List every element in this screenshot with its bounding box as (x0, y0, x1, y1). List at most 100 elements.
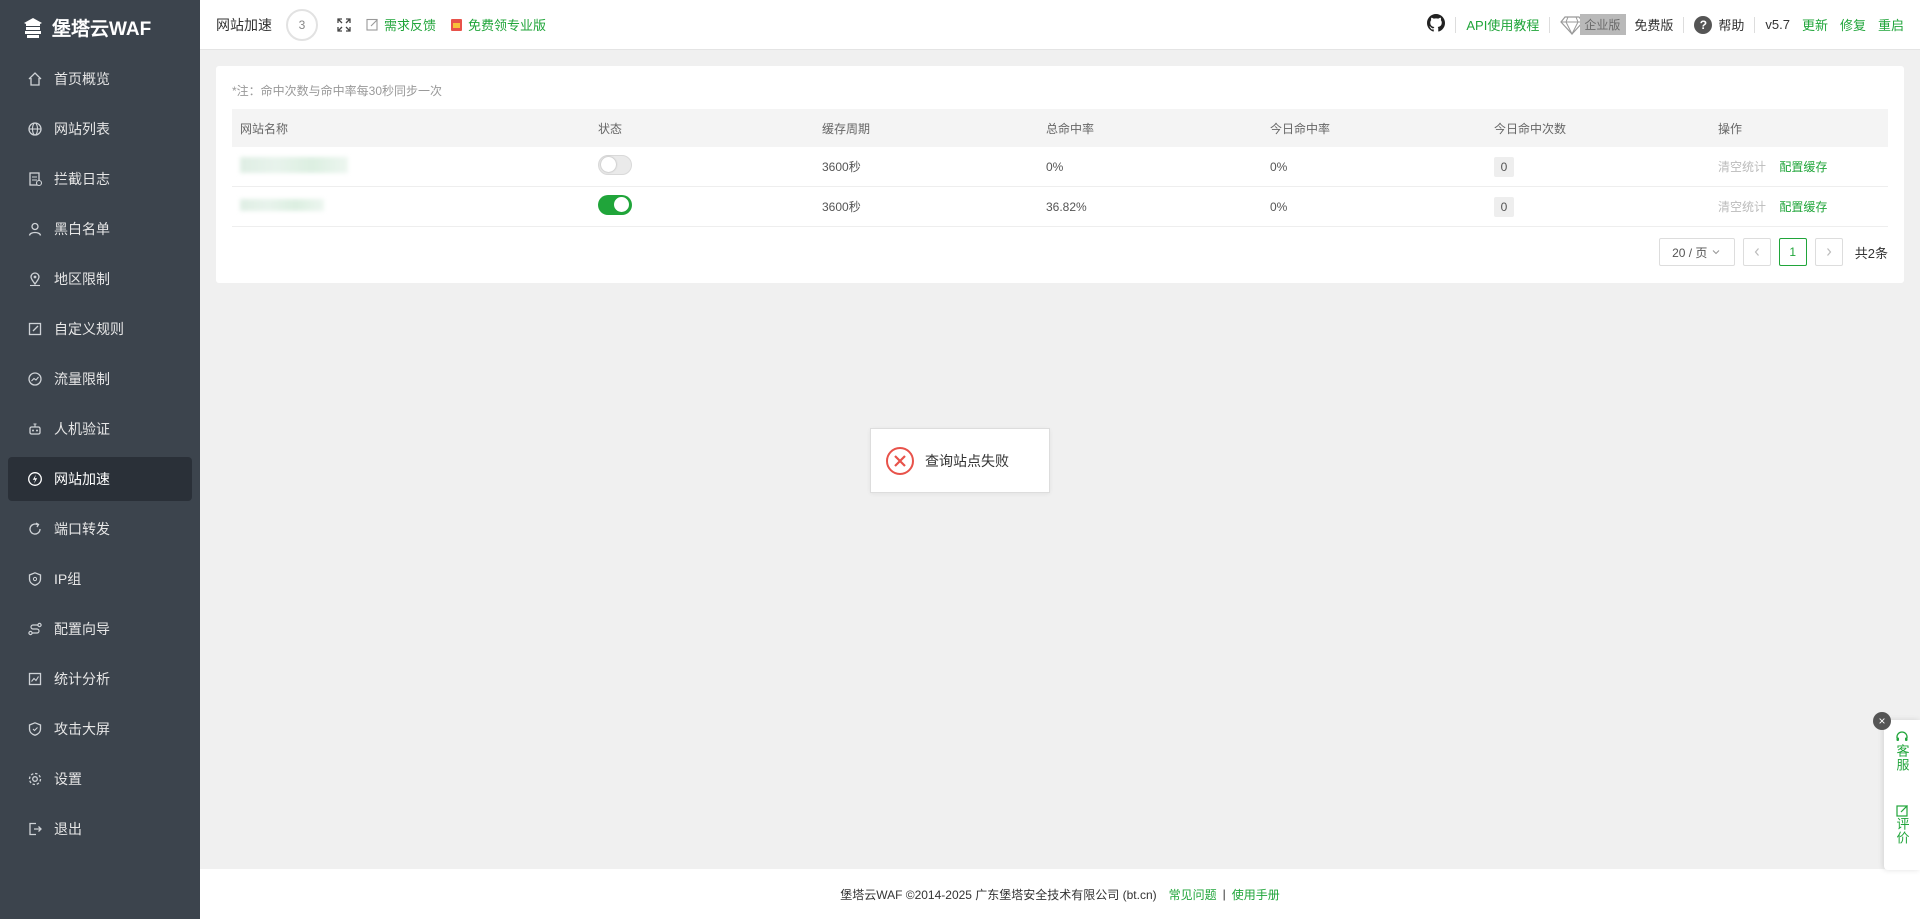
app-logo[interactable]: 堡塔云WAF (0, 0, 200, 55)
version-label: v5.7 (1765, 17, 1790, 32)
chevron-right-icon (1826, 248, 1832, 256)
restart-link[interactable]: 重启 (1878, 15, 1904, 34)
sidebar-item-label: 统计分析 (54, 671, 110, 687)
pagination: 20 / 页 1 共2条 (1658, 238, 1888, 266)
col-total-hit-rate: 总命中率 (1046, 121, 1095, 136)
sidebar-item-region-limit[interactable]: 地区限制 (8, 257, 192, 301)
headset-icon (1896, 731, 1908, 741)
today-hit-rate: 0% (1270, 199, 1288, 214)
update-link[interactable]: 更新 (1802, 15, 1828, 34)
sidebar-item-port-forward[interactable]: 端口转发 (8, 507, 192, 551)
count-badge[interactable]: 3 (286, 8, 318, 41)
total-hit-rate: 36.82% (1046, 199, 1087, 214)
prev-page-button[interactable] (1742, 238, 1771, 266)
sidebar-item-blackwhite-list[interactable]: 黑白名单 (8, 207, 192, 251)
top-header: 网站加速 3 需求反馈 免费领专业版 API使用教程 企业版 免费版 ? 帮助 … (200, 0, 1920, 50)
app-name: 堡塔云WAF (52, 19, 152, 40)
sidebar-item-label: 网站列表 (54, 121, 110, 137)
faq-link[interactable]: 常见问题 (1169, 886, 1217, 903)
sidebar-item-traffic-limit[interactable]: 流量限制 (8, 357, 192, 401)
gift-icon (451, 18, 463, 31)
col-status: 状态 (598, 121, 623, 136)
floating-service-panel: 客服 评价 (1884, 720, 1920, 870)
sidebar-item-statistics[interactable]: 统计分析 (8, 657, 192, 701)
bolt-icon (26, 470, 44, 488)
sidebar-item-custom-rules[interactable]: 自定义规则 (8, 307, 192, 351)
sidebar-item-block-log[interactable]: 拦截日志 (8, 157, 192, 201)
error-toast: 查询站点失败 (870, 428, 1050, 493)
globe-icon (26, 120, 44, 138)
float-close-icon[interactable]: × (1873, 712, 1891, 730)
copyright-text: 堡塔云WAF ©2014-2025 广东堡塔安全技术有限公司 (bt.cn) (840, 887, 1157, 902)
sidebar-item-label: 人机验证 (54, 421, 110, 437)
page-size-value: 20 / 页 (1672, 245, 1708, 260)
footer-divider: | (1222, 887, 1226, 901)
sidebar-item-settings[interactable]: 设置 (8, 757, 192, 801)
sidebar-item-logout[interactable]: 退出 (8, 807, 192, 851)
divider (1549, 16, 1551, 33)
sidebar-item-attack-screen[interactable]: 攻击大屏 (8, 707, 192, 751)
sidebar-item-label: 首页概览 (54, 71, 110, 87)
sidebar-item-label: 流量限制 (54, 371, 110, 387)
site-name-redacted[interactable] (240, 157, 348, 173)
log-icon (26, 170, 44, 188)
gauge-icon (26, 370, 44, 388)
sidebar-item-label: 设置 (54, 771, 82, 787)
col-today-hit-rate: 今日命中率 (1270, 121, 1331, 136)
user-icon (26, 220, 44, 238)
sidebar-item-label: 退出 (54, 821, 82, 837)
free-pro-link[interactable]: 免费领专业版 (450, 15, 546, 34)
clear-stats-button[interactable]: 清空统计 (1718, 200, 1766, 214)
acceleration-table: 网站名称 状态 缓存周期 总命中率 今日命中率 今日命中次数 操作 3600秒 … (232, 109, 1888, 227)
page-title: 网站加速 (216, 16, 272, 33)
edit-icon (366, 18, 378, 31)
clear-stats-button[interactable]: 清空统计 (1718, 160, 1766, 174)
sidebar-item-captcha[interactable]: 人机验证 (8, 407, 192, 451)
sidebar-item-config-wizard[interactable]: 配置向导 (8, 607, 192, 651)
page-size-select[interactable]: 20 / 页 (1658, 238, 1735, 266)
page-button-current[interactable]: 1 (1778, 238, 1807, 266)
manual-link[interactable]: 使用手册 (1232, 886, 1280, 903)
header-right: API使用教程 企业版 免费版 ? 帮助 v5.7 更新 修复 重启 (1427, 14, 1904, 35)
enterprise-badge[interactable]: 企业版 (1560, 14, 1627, 35)
sync-note: *注：命中次数与命中率每30秒同步一次 (232, 84, 443, 98)
sidebar-item-site-acceleration[interactable]: 网站加速 (8, 457, 192, 501)
feedback-link[interactable]: 需求反馈 (366, 15, 436, 34)
api-tutorial-link[interactable]: API使用教程 (1466, 15, 1539, 34)
help-button[interactable]: ? 帮助 (1694, 15, 1744, 34)
config-cache-button[interactable]: 配置缓存 (1779, 160, 1827, 174)
status-toggle[interactable] (598, 155, 632, 175)
customer-service-button[interactable]: 客服 (1884, 730, 1920, 772)
sidebar-item-ip-group[interactable]: IP组 (8, 557, 192, 601)
location-icon (26, 270, 44, 288)
shield-icon (26, 570, 44, 588)
sidebar-item-label: 地区限制 (54, 271, 110, 287)
robot-icon (26, 420, 44, 438)
cache-period: 3600秒 (822, 200, 861, 214)
col-cache-period: 缓存周期 (822, 121, 871, 136)
toast-message: 查询站点失败 (925, 452, 1009, 469)
sidebar-item-home[interactable]: 首页概览 (8, 57, 192, 101)
divider (1455, 16, 1457, 33)
question-icon: ? (1694, 15, 1713, 34)
pagoda-logo-icon (24, 17, 42, 38)
edit-icon (26, 320, 44, 338)
route-icon (26, 620, 44, 638)
footer: 堡塔云WAF ©2014-2025 广东堡塔安全技术有限公司 (bt.cn) 常… (200, 869, 1920, 919)
col-actions: 操作 (1718, 121, 1743, 136)
status-toggle[interactable] (598, 195, 632, 215)
edit-icon (1895, 805, 1908, 817)
sidebar-item-label: 拦截日志 (54, 171, 110, 187)
github-icon[interactable] (1427, 14, 1446, 35)
sidebar-item-sites[interactable]: 网站列表 (8, 107, 192, 151)
help-label: 帮助 (1718, 18, 1745, 33)
site-name-redacted[interactable] (240, 199, 324, 211)
free-edition-label: 免费版 (1634, 18, 1674, 33)
repair-link[interactable]: 修复 (1840, 15, 1866, 34)
fullscreen-icon[interactable] (336, 17, 352, 33)
today-hit-rate: 0% (1270, 159, 1288, 174)
today-hits: 0 (1494, 196, 1514, 217)
config-cache-button[interactable]: 配置缓存 (1779, 200, 1827, 214)
review-button[interactable]: 评价 (1884, 804, 1920, 845)
next-page-button[interactable] (1814, 238, 1843, 266)
